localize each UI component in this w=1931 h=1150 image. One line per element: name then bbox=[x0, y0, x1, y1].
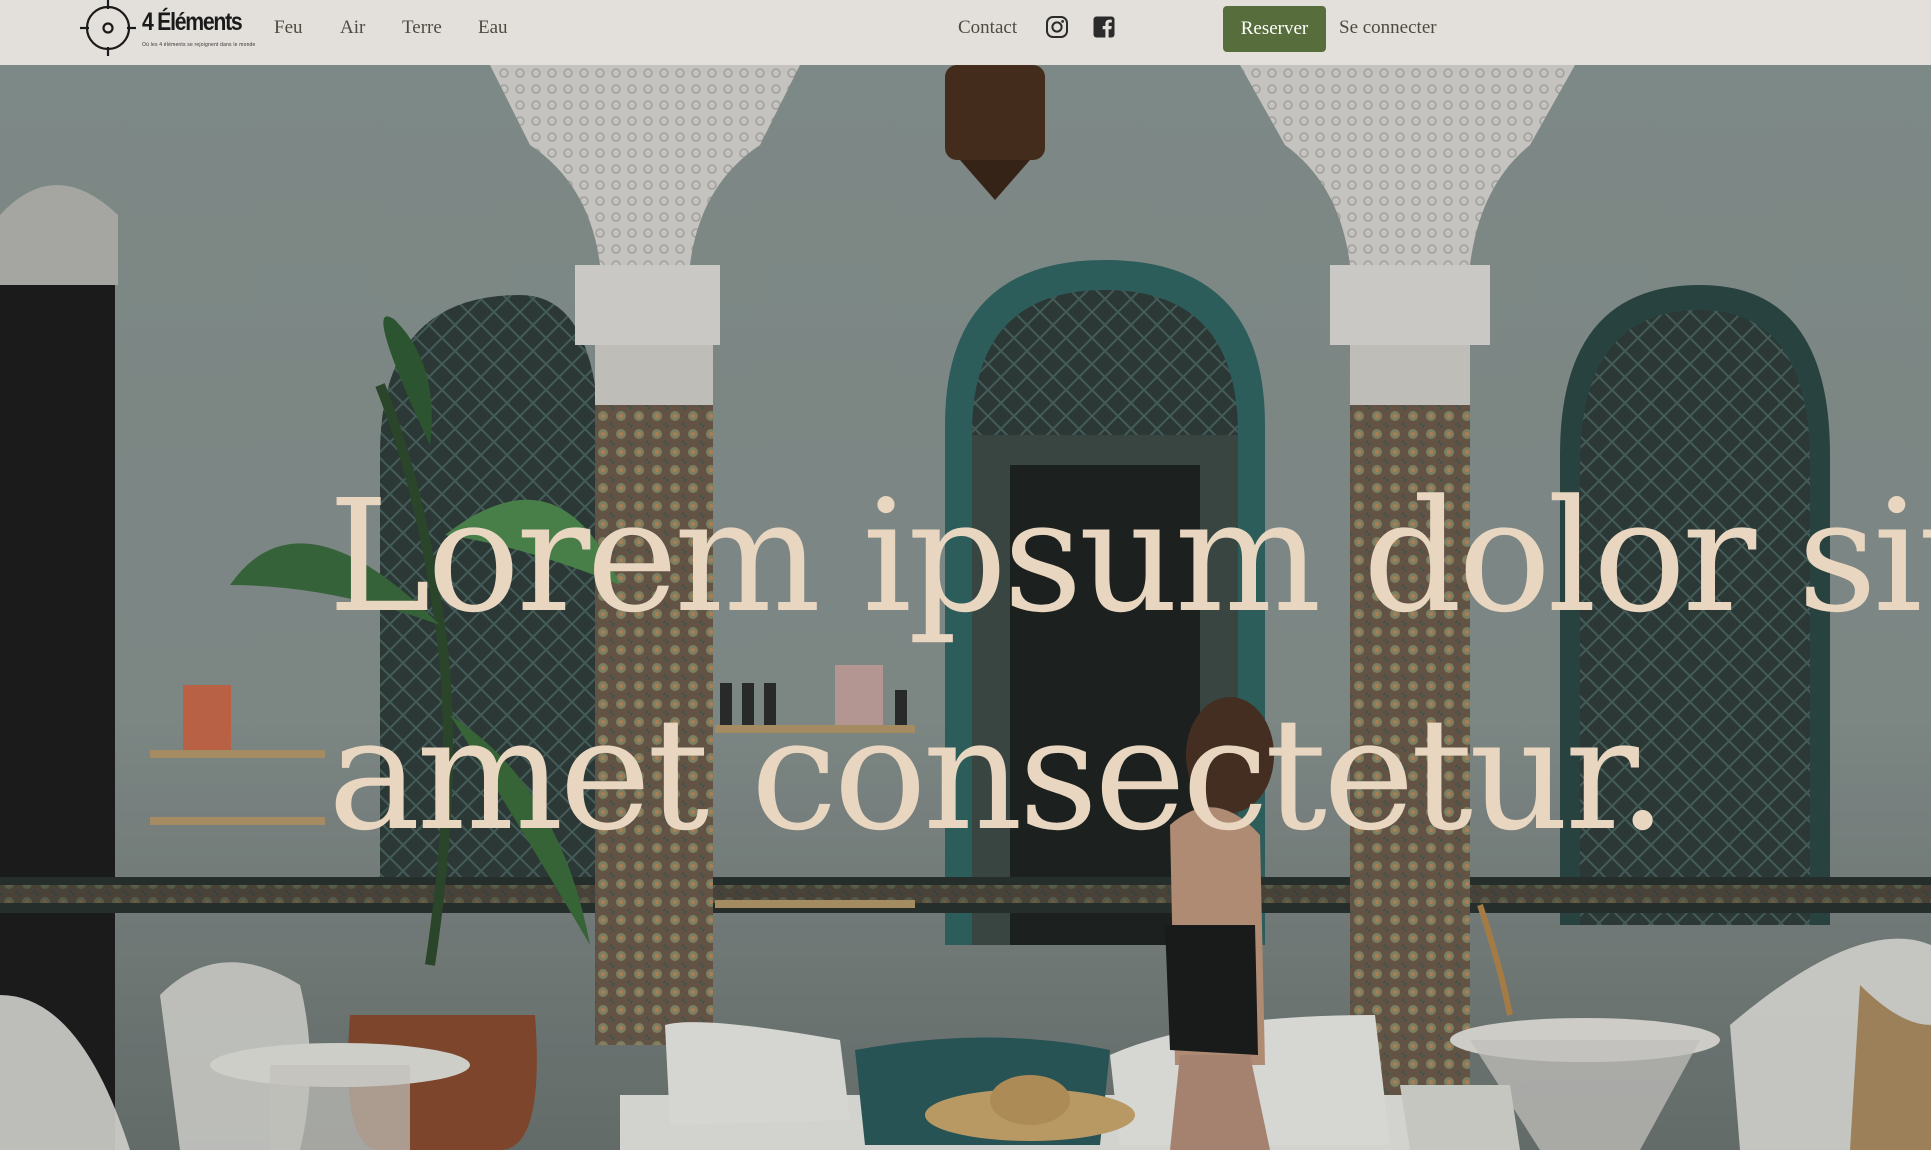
nav-link-feu[interactable]: Feu bbox=[274, 16, 303, 40]
nav-link-terre[interactable]: Terre bbox=[402, 16, 442, 40]
facebook-icon[interactable] bbox=[1092, 15, 1116, 39]
instagram-icon[interactable] bbox=[1045, 15, 1069, 39]
logo-wordmark: 4 Éléments bbox=[142, 8, 243, 36]
site-logo[interactable]: 4 Éléments Où les 4 éléments se rejoigne… bbox=[80, 0, 255, 56]
nav-link-contact[interactable]: Contact bbox=[958, 16, 1017, 40]
crosshair-circle-icon bbox=[80, 0, 136, 56]
logo-tagline: Où les 4 éléments se rejoignent dans le … bbox=[142, 42, 256, 48]
hero-title: Lorem ipsum dolor sit amet consectetur. bbox=[328, 466, 1931, 865]
hero-section: Lorem ipsum dolor sit amet consectetur. bbox=[0, 65, 1931, 1150]
reserve-button[interactable]: Reserver bbox=[1223, 6, 1326, 52]
site-header: 4 Éléments Où les 4 éléments se rejoigne… bbox=[0, 0, 1931, 65]
nav-link-air[interactable]: Air bbox=[340, 16, 365, 40]
nav-link-eau[interactable]: Eau bbox=[478, 16, 508, 40]
login-link[interactable]: Se connecter bbox=[1339, 16, 1437, 40]
